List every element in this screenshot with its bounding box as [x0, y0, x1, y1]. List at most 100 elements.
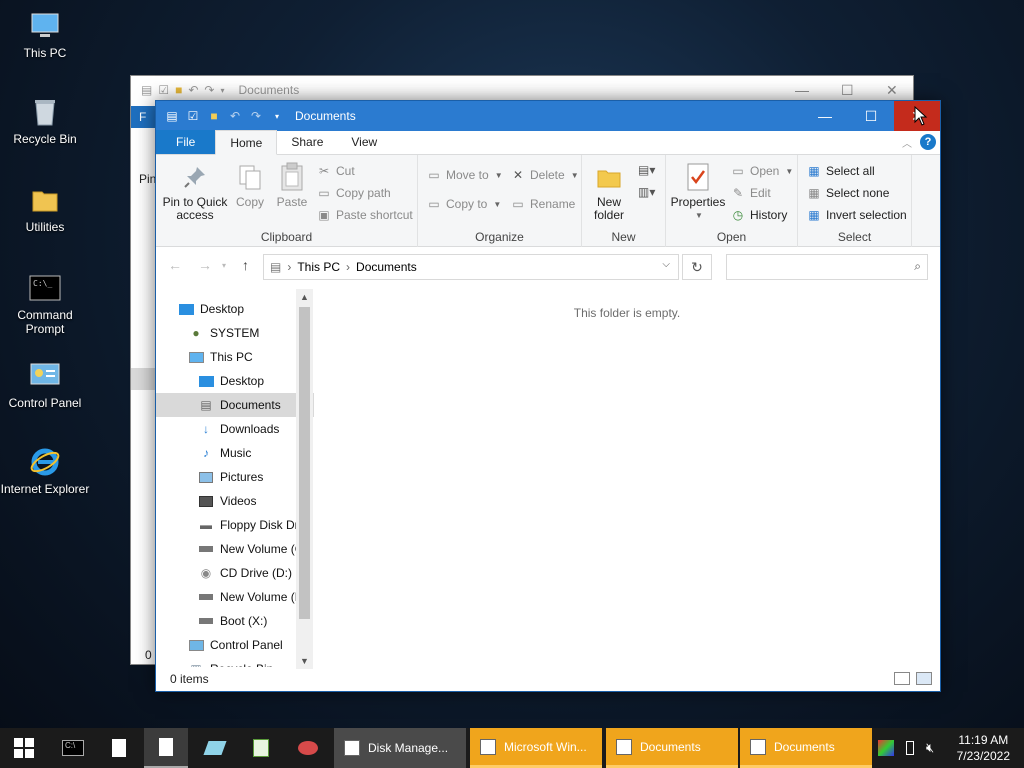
- desktop-icon: [178, 301, 194, 317]
- desktop-icon-internet-explorer[interactable]: Internet Explorer: [0, 446, 90, 496]
- new-folder-qat-icon[interactable]: ■: [206, 108, 222, 124]
- rename-button[interactable]: ▭ Rename: [510, 196, 575, 212]
- nav-item-documents[interactable]: ▤ Documents: [156, 393, 314, 417]
- taskbar-app-microsoft-win-1[interactable]: Microsoft Win...: [470, 728, 602, 768]
- navigation-scrollbar[interactable]: ▲ ▼: [296, 289, 313, 669]
- chevron-down-icon: ▼: [493, 199, 502, 209]
- pin-label: Pin to Quick access: [162, 195, 228, 222]
- taskbar-app-documents-3[interactable]: Documents: [740, 728, 872, 768]
- select-all-button[interactable]: ▦ Select all: [806, 163, 874, 179]
- nav-item-control-panel[interactable]: Control Panel: [156, 633, 314, 657]
- copy-to-button[interactable]: ▭ Copy to ▼: [426, 196, 501, 212]
- desktop-icon-recycle-bin[interactable]: Recycle Bin: [0, 96, 90, 146]
- search-input[interactable]: ⌕: [726, 254, 928, 280]
- nav-item-this-pc[interactable]: This PC: [156, 345, 314, 369]
- copy-to-icon: ▭: [428, 197, 440, 211]
- history-button[interactable]: ◷ History: [730, 207, 788, 223]
- properties-qat-icon[interactable]: ☑: [185, 108, 201, 124]
- scrollbar-thumb[interactable]: [299, 307, 310, 619]
- nav-item-videos[interactable]: Videos: [156, 489, 314, 513]
- address-dropdown-icon[interactable]: ⌵: [662, 259, 670, 270]
- edit-icon: ✎: [732, 186, 744, 200]
- volume-muted-icon[interactable]: 🔇︎: [926, 740, 934, 756]
- nav-item-new-volume-c[interactable]: New Volume (C: [156, 537, 314, 561]
- address-bar[interactable]: ▤ › This PC › Documents ⌵: [263, 254, 679, 280]
- maximize-button[interactable]: ☐: [848, 101, 894, 131]
- breadcrumb-documents[interactable]: Documents: [356, 260, 417, 274]
- nav-item-new-volume-e[interactable]: New Volume (E: [156, 585, 314, 609]
- nav-item-cd-drive-d-h[interactable]: ◉ CD Drive (D:) H: [156, 561, 314, 585]
- help-icon[interactable]: ?: [920, 134, 936, 150]
- open-button[interactable]: ▭ Open ▼: [730, 163, 793, 179]
- background-file-tab[interactable]: F: [131, 106, 157, 128]
- taskbar-app-4[interactable]: [194, 728, 236, 768]
- edit-button[interactable]: ✎ Edit: [730, 185, 771, 201]
- tab-share[interactable]: Share: [277, 130, 337, 154]
- taskbar-clock[interactable]: 11:19 AM 7/23/2022: [957, 732, 1010, 764]
- desktop-icon-this-pc[interactable]: This PC: [0, 10, 90, 60]
- nav-item-desktop[interactable]: Desktop: [156, 297, 314, 321]
- maximize-button[interactable]: ☐: [841, 82, 854, 99]
- cut-button[interactable]: ✂ Cut: [316, 163, 355, 179]
- minimize-button[interactable]: —: [802, 101, 848, 131]
- desktop-icon-control-panel[interactable]: Control Panel: [0, 360, 90, 410]
- easy-access-icon[interactable]: ▥▾: [638, 185, 655, 199]
- nav-item-pictures[interactable]: Pictures: [156, 465, 314, 489]
- nav-item-boot-x[interactable]: Boot (X:): [156, 609, 314, 633]
- nav-item-music[interactable]: ♪ Music: [156, 441, 314, 465]
- invert-selection-button[interactable]: ▦ Invert selection: [806, 207, 906, 223]
- paste-button[interactable]: Paste: [272, 161, 312, 209]
- scroll-down-icon[interactable]: ▼: [296, 656, 313, 666]
- taskbar-app-documents-2[interactable]: Documents: [606, 728, 738, 768]
- taskbar-app-5[interactable]: [240, 728, 282, 768]
- tab-file[interactable]: File: [156, 130, 216, 154]
- taskbar-notepad[interactable]: [98, 728, 140, 768]
- taskbar-app-disk-manage-0[interactable]: Disk Manage...: [334, 728, 466, 768]
- desktop-icon-utilities[interactable]: Utilities: [0, 184, 90, 234]
- nav-item-floppy-disk-dri[interactable]: ▬ Floppy Disk Dri: [156, 513, 314, 537]
- nav-item-desktop[interactable]: Desktop: [156, 369, 314, 393]
- close-button[interactable]: ✕: [886, 82, 898, 99]
- start-button[interactable]: [0, 728, 48, 768]
- desktop-icon: [198, 373, 214, 389]
- new-item-icon[interactable]: ▤▾: [638, 163, 655, 177]
- large-icons-view-icon[interactable]: [916, 672, 932, 685]
- tab-view[interactable]: View: [337, 130, 391, 154]
- new-folder-button[interactable]: New folder: [586, 161, 632, 222]
- forward-arrow-icon[interactable]: →: [198, 257, 212, 273]
- minimize-button[interactable]: —: [795, 82, 809, 98]
- copy-button[interactable]: Copy: [232, 161, 268, 209]
- details-view-icon[interactable]: [894, 672, 910, 685]
- properties-button[interactable]: Properties ▼: [670, 161, 726, 222]
- file-explorer-window[interactable]: ▤ ☑ ■ ↶ ↷ ▾ Documents — ☐ ✕ File Home Sh…: [155, 100, 941, 692]
- scroll-up-icon[interactable]: ▲: [296, 292, 313, 302]
- collapse-ribbon-icon[interactable]: ︿: [902, 135, 912, 150]
- up-arrow-icon[interactable]: ↑: [242, 257, 249, 273]
- file-list-area[interactable]: This folder is empty.: [314, 289, 940, 667]
- nav-item-recycle-bin[interactable]: ▥Recycle Bin: [156, 657, 314, 667]
- taskbar-command-prompt[interactable]: C:\: [52, 728, 94, 768]
- color-icon[interactable]: [878, 740, 894, 756]
- move-to-button[interactable]: ▭ Move to ▼: [426, 167, 502, 183]
- desktop-icon-command-prompt[interactable]: C:\_ Command Prompt: [0, 272, 90, 336]
- customize-qat-icon[interactable]: ▾: [269, 108, 285, 124]
- refresh-button[interactable]: ↻: [682, 254, 712, 280]
- undo-icon[interactable]: ↶: [227, 108, 243, 124]
- recent-locations-icon[interactable]: ▾: [222, 261, 226, 270]
- window-titlebar[interactable]: ▤ ☑ ■ ↶ ↷ ▾ Documents — ☐ ✕: [156, 101, 940, 131]
- tab-home[interactable]: Home: [215, 130, 278, 155]
- taskbar-file-active[interactable]: [144, 728, 188, 768]
- select-none-button[interactable]: ▦ Select none: [806, 185, 889, 201]
- nav-item-downloads[interactable]: ↓ Downloads: [156, 417, 314, 441]
- redo-icon[interactable]: ↷: [248, 108, 264, 124]
- paste-shortcut-button[interactable]: ▣ Paste shortcut: [316, 207, 412, 223]
- battery-icon[interactable]: [906, 741, 914, 755]
- breadcrumb-this-pc[interactable]: This PC: [297, 260, 340, 274]
- delete-button[interactable]: ✕ Delete ▼: [510, 167, 579, 183]
- navigation-pane[interactable]: Desktop ● SYSTEM This PC Desktop ▤ Documents ↓ D…: [156, 289, 314, 667]
- copy-path-button[interactable]: ▭ Copy path: [316, 185, 390, 201]
- nav-item-system[interactable]: ● SYSTEM: [156, 321, 314, 345]
- back-arrow-icon[interactable]: ←: [168, 257, 182, 273]
- taskbar-app-6[interactable]: [286, 728, 330, 768]
- pin-to-quick-access-button[interactable]: Pin to Quick access: [162, 161, 228, 222]
